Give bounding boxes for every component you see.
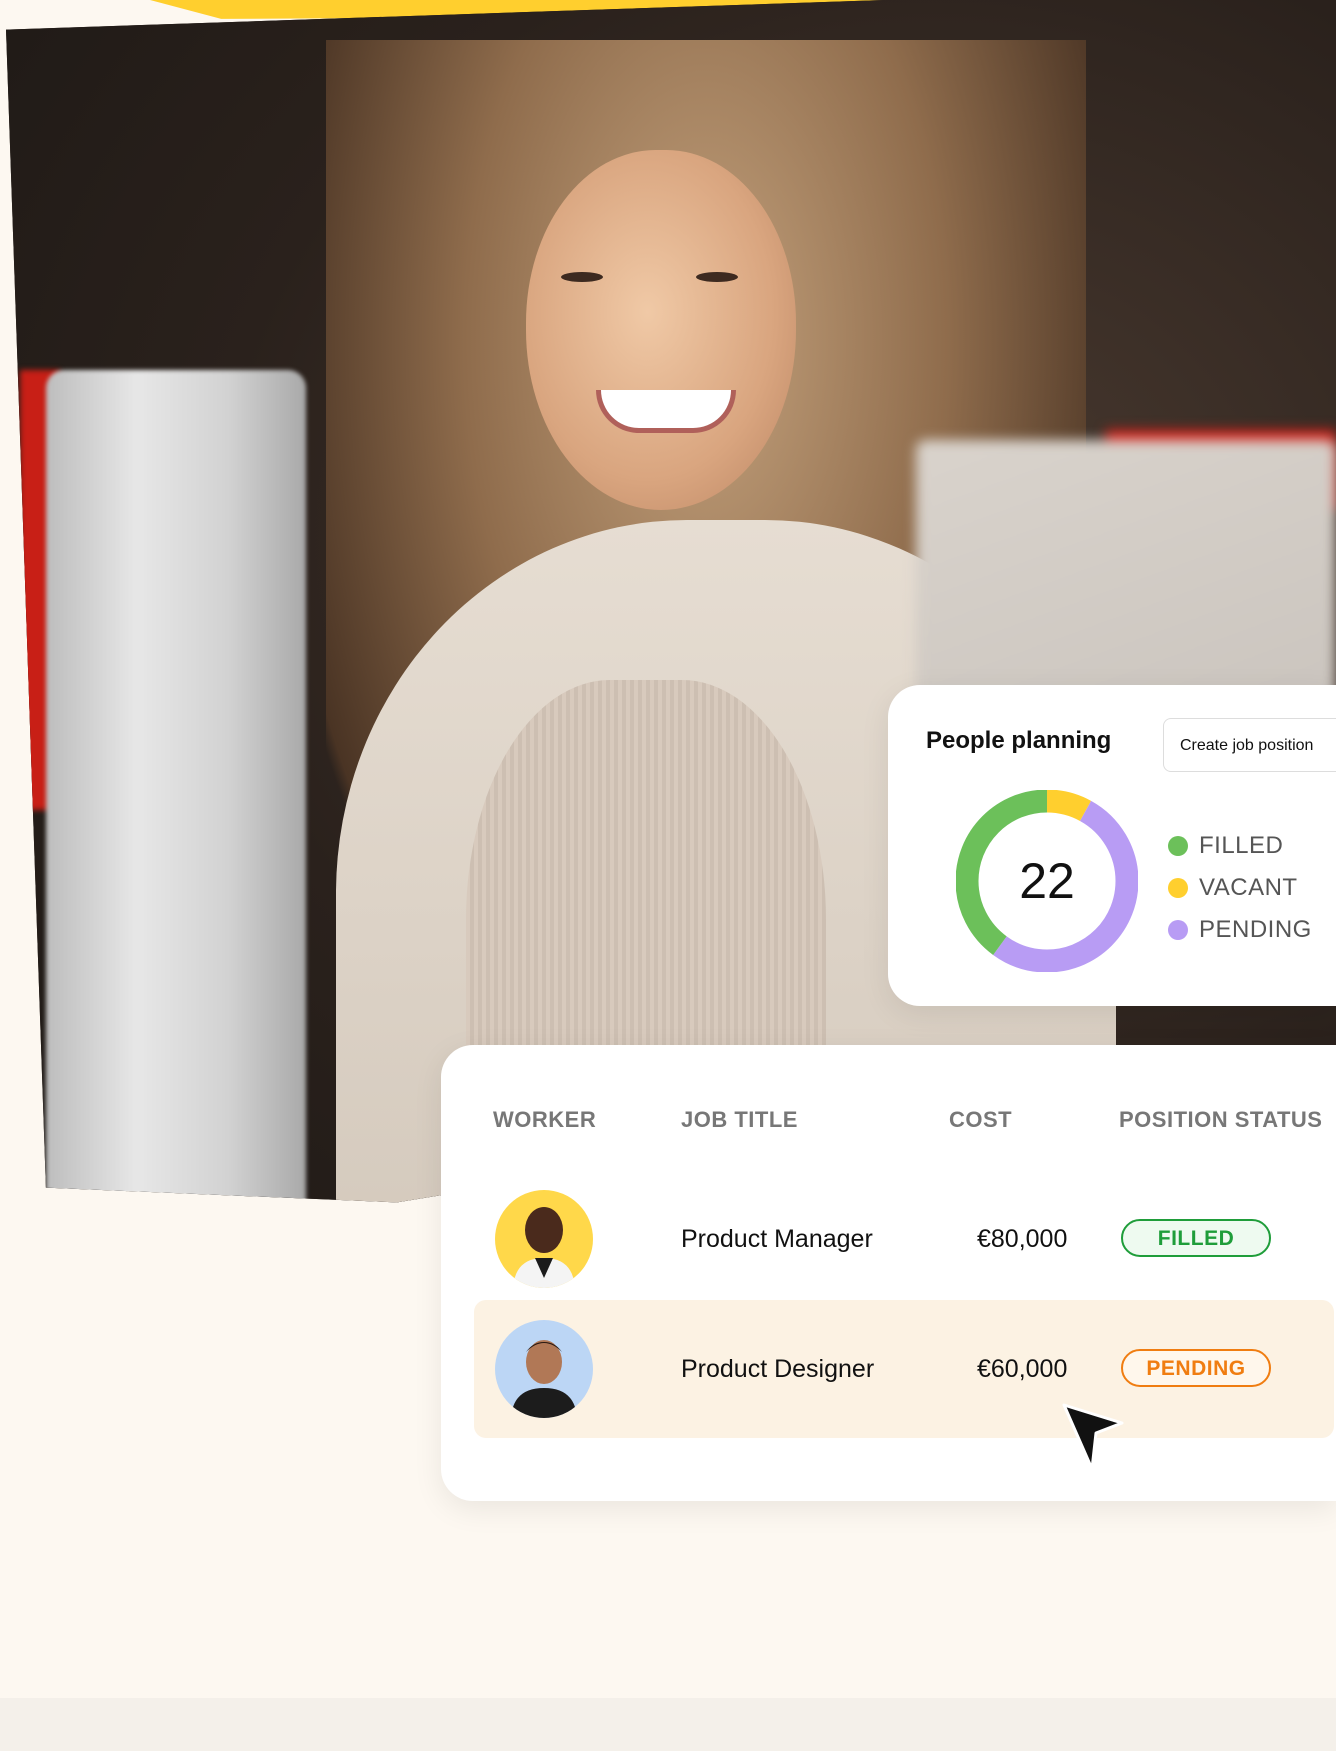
footer-band — [0, 1698, 1336, 1751]
status-badge: PENDING — [1121, 1349, 1271, 1387]
job-title-cell: Product Manager — [681, 1225, 873, 1253]
header-position-status: POSITION STATUS — [1119, 1107, 1323, 1132]
planning-total: 22 — [1019, 853, 1075, 909]
header-worker: WORKER — [493, 1107, 597, 1132]
status-badge: FILLED — [1121, 1219, 1271, 1257]
avatar — [495, 1320, 593, 1418]
planning-legend: FILLED VACANT PENDING — [1168, 825, 1312, 951]
legend-item-pending: PENDING — [1168, 909, 1312, 951]
filled-dot-icon — [1168, 836, 1188, 856]
mouse-cursor-icon — [1062, 1403, 1124, 1471]
worker-avatar-icon — [495, 1190, 593, 1288]
header-job-title: JOB TITLE — [681, 1107, 798, 1132]
vacant-dot-icon — [1168, 878, 1188, 898]
avatar — [495, 1190, 593, 1288]
legend-item-filled: FILLED — [1168, 825, 1312, 867]
people-planning-card: People planning Create job position 22 F… — [888, 685, 1336, 1006]
table-row[interactable]: Product Manager €80,000 FILLED — [474, 1170, 1334, 1308]
worker-avatar-icon — [495, 1320, 593, 1418]
legend-item-vacant: VACANT — [1168, 867, 1312, 909]
positions-table: WORKER JOB TITLE COST POSITION STATUS Pr… — [441, 1045, 1336, 1501]
cost-cell: €60,000 — [977, 1355, 1068, 1383]
pending-dot-icon — [1168, 920, 1188, 940]
planning-title: People planning — [926, 727, 1112, 754]
cost-cell: €80,000 — [977, 1225, 1068, 1253]
header-cost: COST — [949, 1107, 1013, 1132]
job-title-cell: Product Designer — [681, 1355, 875, 1383]
table-row[interactable]: Product Designer €60,000 PENDING — [474, 1300, 1334, 1438]
create-job-position-button[interactable]: Create job position — [1163, 718, 1336, 772]
